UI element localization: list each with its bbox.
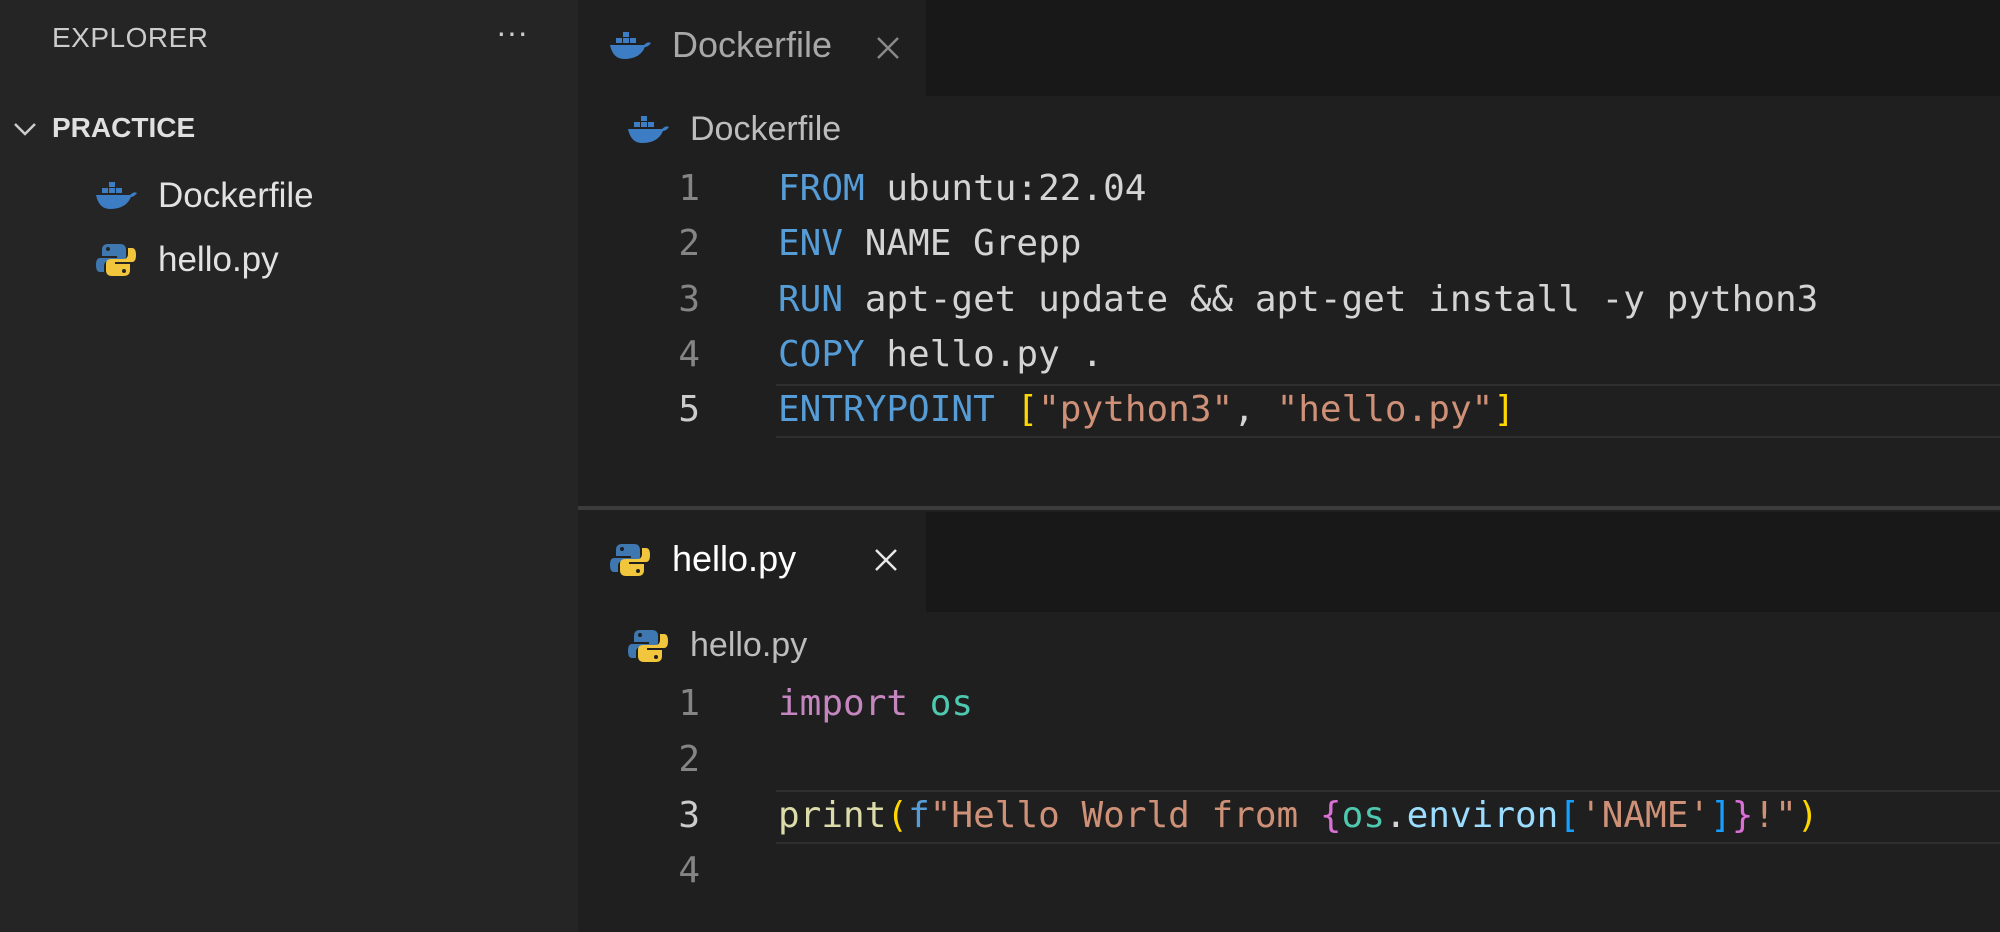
code-token: "python3" <box>1038 389 1234 430</box>
line-number: 1 <box>678 683 700 724</box>
code-token: print <box>778 795 887 836</box>
file-item-dockerfile[interactable]: Dockerfile <box>0 168 578 224</box>
code-token: os <box>929 683 974 724</box>
python-icon <box>610 544 650 576</box>
code-token: "Hello World from <box>929 795 1320 836</box>
code-token: ( <box>886 795 909 836</box>
code-token: ] <box>1493 389 1515 430</box>
folder-practice[interactable]: PRACTICE <box>0 108 578 154</box>
python-icon <box>628 630 668 662</box>
code-token: [ <box>1558 795 1581 836</box>
code-token: RUN <box>778 279 844 320</box>
code-token: environ <box>1406 795 1559 836</box>
code-token: f <box>908 795 930 836</box>
python-icon <box>96 244 136 276</box>
editor-tabbar-bottom: hello.py <box>578 512 2000 612</box>
code-token: os <box>1341 795 1385 836</box>
breadcrumb-hello-py[interactable]: hello.py <box>578 622 2000 672</box>
code-line[interactable]: 2 ENV NAME Grepp <box>578 217 2000 272</box>
breadcrumb-label: hello.py <box>690 626 808 664</box>
code-token: 'NAME' <box>1580 795 1711 836</box>
code-token: { <box>1319 795 1342 836</box>
line-text: print(f"Hello World from {os.environ['NA… <box>778 795 1819 836</box>
editor-tabbar-top: Dockerfile <box>578 0 2000 96</box>
code-token: , <box>1233 389 1277 430</box>
line-number: 5 <box>678 389 700 430</box>
code-line[interactable]: 2 <box>578 733 2000 788</box>
docker-icon <box>628 116 669 143</box>
code-token: "hello.py" <box>1276 389 1494 430</box>
code-token: ] <box>1710 795 1732 836</box>
line-text: RUN apt-get update && apt-get install -y… <box>778 279 1818 320</box>
folder-name: PRACTICE <box>52 112 196 143</box>
line-text: ENV NAME Grepp <box>778 223 1081 264</box>
tab-hello-py[interactable]: hello.py <box>578 512 926 612</box>
line-text: FROM ubuntu:22.04 <box>778 168 1146 209</box>
code-token: ENTRYPOINT <box>778 389 995 430</box>
code-token: COPY <box>778 334 865 375</box>
code-token: !" <box>1753 795 1797 836</box>
code-token: import <box>778 683 909 724</box>
line-text: import os <box>778 683 973 724</box>
tab-label: Dockerfile <box>672 24 833 65</box>
breadcrumb-label: Dockerfile <box>690 110 842 148</box>
line-number: 4 <box>678 334 700 375</box>
file-name: hello.py <box>158 240 279 279</box>
tab-label: hello.py <box>672 538 797 579</box>
close-icon[interactable] <box>870 30 906 66</box>
code-line[interactable]: 4 COPY hello.py . <box>578 328 2000 383</box>
file-item-hello-py[interactable]: hello.py <box>0 232 578 288</box>
code-token: . <box>1384 795 1407 836</box>
code-token: FROM <box>778 168 865 209</box>
code-token: ENV <box>778 223 844 264</box>
line-number: 3 <box>678 279 700 320</box>
code-token: NAME Grepp <box>843 223 1082 264</box>
code-token: ) <box>1796 795 1819 836</box>
explorer-title: EXPLORER <box>52 22 209 53</box>
line-text: COPY hello.py . <box>778 334 1103 375</box>
code-line[interactable]: 1 FROM ubuntu:22.04 <box>578 162 2000 217</box>
code-token: [ <box>1016 389 1039 430</box>
breadcrumb-dockerfile[interactable]: Dockerfile <box>578 106 2000 156</box>
chevron-down-icon <box>14 123 36 136</box>
line-text: ENTRYPOINT ["python3", "hello.py"] <box>778 389 1515 430</box>
line-number: 2 <box>678 223 700 264</box>
more-actions-icon[interactable]: ··· <box>490 16 534 54</box>
line-number: 1 <box>678 168 700 209</box>
code-line[interactable]: 5 ENTRYPOINT ["python3", "hello.py"] <box>578 383 2000 438</box>
docker-icon <box>96 182 137 209</box>
tab-dockerfile[interactable]: Dockerfile <box>578 0 926 96</box>
code-line[interactable]: 4 <box>578 844 2000 899</box>
code-line[interactable]: 3 RUN apt-get update && apt-get install … <box>578 273 2000 328</box>
docker-icon <box>610 32 651 59</box>
explorer-sidebar: EXPLORER ··· PRACTICE Dockerfile hello.p… <box>0 0 578 932</box>
close-icon[interactable] <box>868 542 904 578</box>
editor-split-divider[interactable] <box>578 506 2000 510</box>
line-number: 2 <box>678 739 700 780</box>
code-token: hello.py . <box>864 334 1104 375</box>
line-number: 3 <box>678 795 700 836</box>
code-token: apt-get update && apt-get install -y pyt… <box>843 279 1819 320</box>
file-name: Dockerfile <box>158 176 314 215</box>
code-line[interactable]: 3 print(f"Hello World from {os.environ['… <box>578 789 2000 844</box>
line-number: 4 <box>678 850 700 891</box>
code-token: ubuntu:22.04 <box>864 168 1147 209</box>
code-token: } <box>1731 795 1754 836</box>
code-line[interactable]: 1 import os <box>578 677 2000 732</box>
